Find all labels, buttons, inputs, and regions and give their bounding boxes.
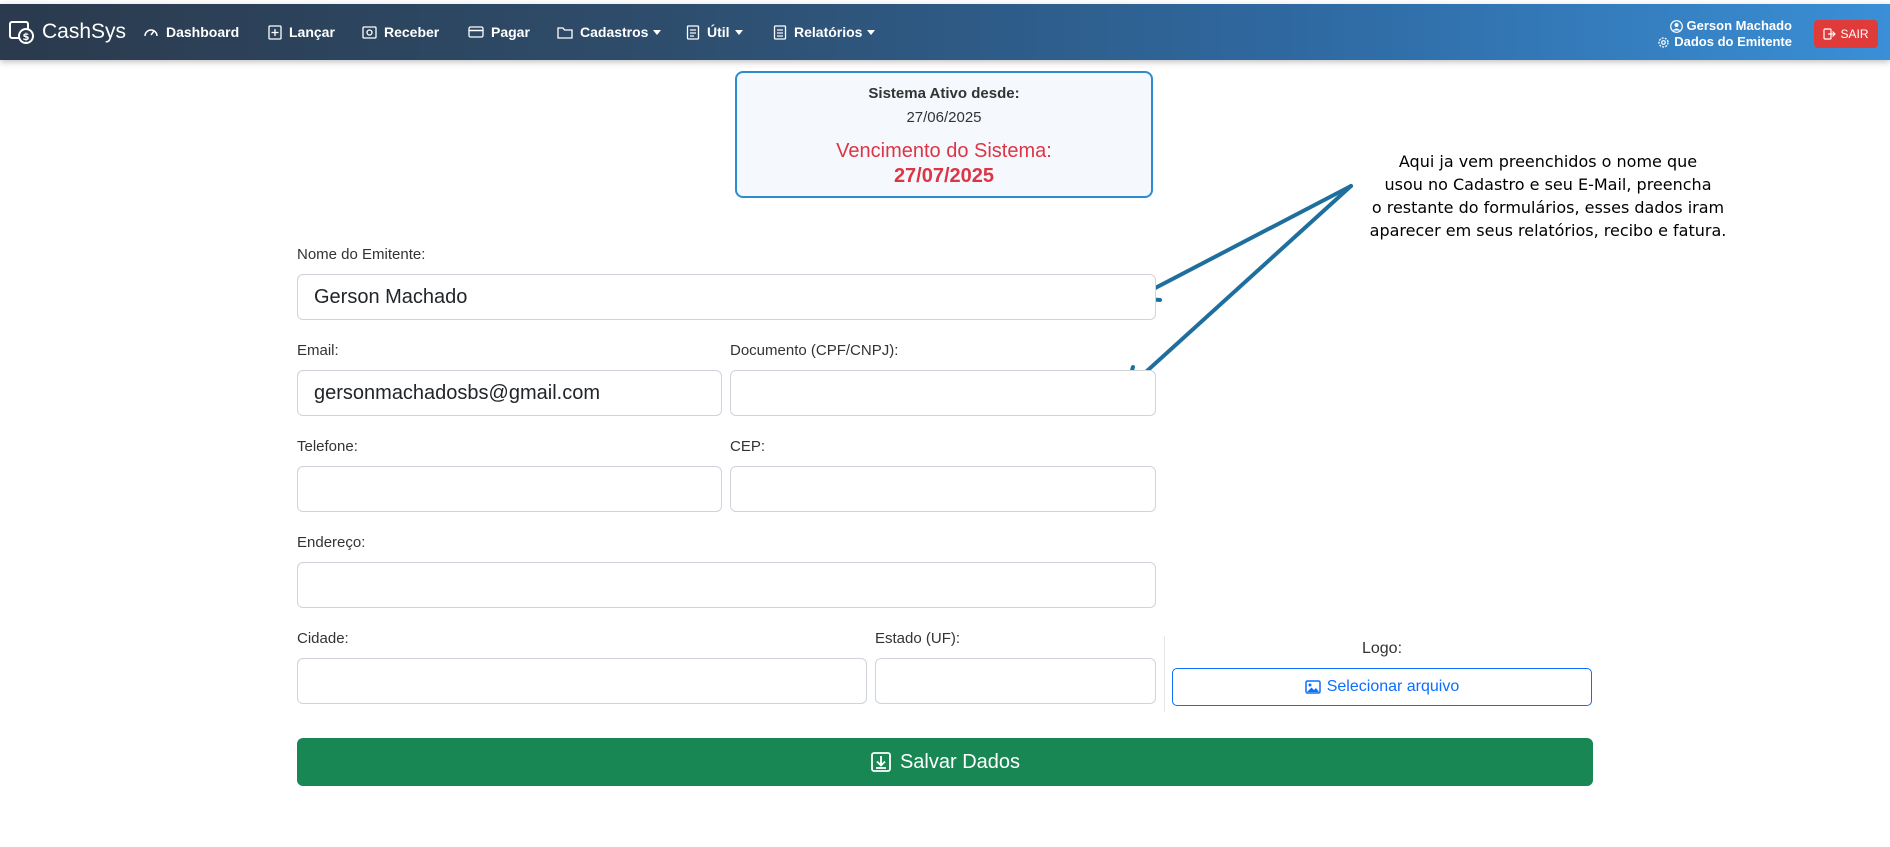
- nav-pagar[interactable]: Pagar: [468, 4, 530, 60]
- user-menu[interactable]: Gerson Machado Dados do Emitente: [1657, 18, 1792, 50]
- folder-icon: [557, 27, 573, 39]
- speedometer-icon: [144, 29, 158, 37]
- chevron-down-icon: [867, 29, 876, 35]
- gear-icon: [1658, 36, 1669, 48]
- top-navbar: $ CashSys Dashboard Lançar Receber Pagar…: [0, 4, 1890, 60]
- logo-label: Logo:: [1361, 640, 1403, 657]
- documento-input[interactable]: [730, 370, 1156, 416]
- cep-label: CEP:: [730, 438, 766, 455]
- nav-lancar-label: Lançar: [289, 24, 335, 40]
- annotation-line: o restante do formulários, esses dados i…: [1371, 198, 1725, 217]
- nav-dashboard[interactable]: Dashboard: [143, 4, 239, 60]
- nav-pagar-label: Pagar: [491, 24, 530, 40]
- estado-label: Estado (UF):: [875, 630, 961, 647]
- emitente-settings-link[interactable]: Dados do Emitente: [1657, 34, 1792, 50]
- emitente-settings-label: Dados do Emitente: [1674, 34, 1792, 49]
- endereco-input[interactable]: [297, 562, 1156, 608]
- nav-cadastros[interactable]: Cadastros: [557, 4, 662, 60]
- instruction-annotation: Aqui ja vem preenchidos o nome que usou …: [1348, 150, 1748, 242]
- chevron-down-icon: [653, 29, 662, 35]
- annotation-line: aparecer em seus relatórios, recibo e fa…: [1369, 221, 1727, 240]
- logout-icon: [1823, 28, 1837, 40]
- chevron-down-icon: [734, 29, 743, 35]
- endereco-label: Endereço:: [297, 534, 366, 551]
- system-status-card: Sistema Ativo desde: 27/06/2025 Vencimen…: [735, 71, 1153, 198]
- nav-receber-label: Receber: [384, 24, 440, 40]
- user-circle-icon: [1669, 19, 1683, 33]
- save-button[interactable]: Salvar Dados: [297, 738, 1593, 786]
- nav-dashboard-label: Dashboard: [166, 24, 240, 40]
- arrow-to-name-field: [1134, 184, 1353, 300]
- user-name: Gerson Machado: [1686, 18, 1792, 33]
- brand[interactable]: $ CashSys: [8, 4, 126, 60]
- save-button-label: Salvar Dados: [899, 750, 1021, 773]
- logout-button[interactable]: SAIR: [1814, 20, 1878, 48]
- svg-text:$: $: [23, 32, 30, 43]
- telefone-label: Telefone:: [297, 438, 358, 455]
- cep-input[interactable]: [730, 466, 1156, 512]
- estado-input[interactable]: [875, 658, 1156, 704]
- document-icon: [686, 24, 700, 40]
- report-icon: [773, 24, 787, 40]
- annotation-line: Aqui ja vem preenchidos o nome que: [1398, 152, 1698, 171]
- logout-label: SAIR: [1840, 27, 1869, 41]
- cash-logo-icon: $: [9, 21, 34, 44]
- documento-label: Documento (CPF/CNPJ):: [730, 342, 899, 359]
- arrow-to-document-field: [1124, 184, 1353, 392]
- cidade-input[interactable]: [297, 658, 867, 704]
- brand-name: CashSys: [42, 20, 127, 43]
- due-date-value: 27/07/2025: [893, 165, 995, 187]
- nome-emitente-input[interactable]: [297, 274, 1156, 320]
- nav-receber[interactable]: Receber: [362, 4, 439, 60]
- nav-util-label: Útil: [707, 24, 730, 40]
- nav-cadastros-label: Cadastros: [580, 24, 649, 40]
- download-save-icon: [871, 752, 891, 772]
- active-since-date: 27/06/2025: [906, 109, 982, 126]
- active-since-label: Sistema Ativo desde:: [868, 85, 1020, 102]
- email-field[interactable]: [297, 370, 722, 416]
- due-date-label: Vencimento do Sistema:: [836, 140, 1052, 162]
- user-name-row[interactable]: Gerson Machado: [1657, 18, 1792, 34]
- image-icon: [1304, 680, 1321, 694]
- cidade-label: Cidade:: [297, 630, 349, 647]
- select-file-button[interactable]: Selecionar arquivo: [1172, 668, 1592, 706]
- credit-card-icon: [468, 26, 484, 38]
- select-file-label: Selecionar arquivo: [1326, 678, 1460, 695]
- email-label: Email:: [297, 342, 339, 359]
- nav-relatorios-label: Relatórios: [794, 24, 863, 40]
- annotation-line: usou no Cadastro e seu E-Mail, preencha: [1384, 175, 1712, 194]
- telefone-input[interactable]: [297, 466, 722, 512]
- logo-divider: [1164, 636, 1165, 712]
- nav-relatorios[interactable]: Relatórios: [773, 4, 876, 60]
- nav-util[interactable]: Útil: [686, 4, 743, 60]
- nome-label: Nome do Emitente:: [297, 246, 426, 263]
- receive-icon: [362, 25, 377, 39]
- nav-lancar[interactable]: Lançar: [268, 4, 335, 60]
- plus-square-icon: [268, 24, 282, 40]
